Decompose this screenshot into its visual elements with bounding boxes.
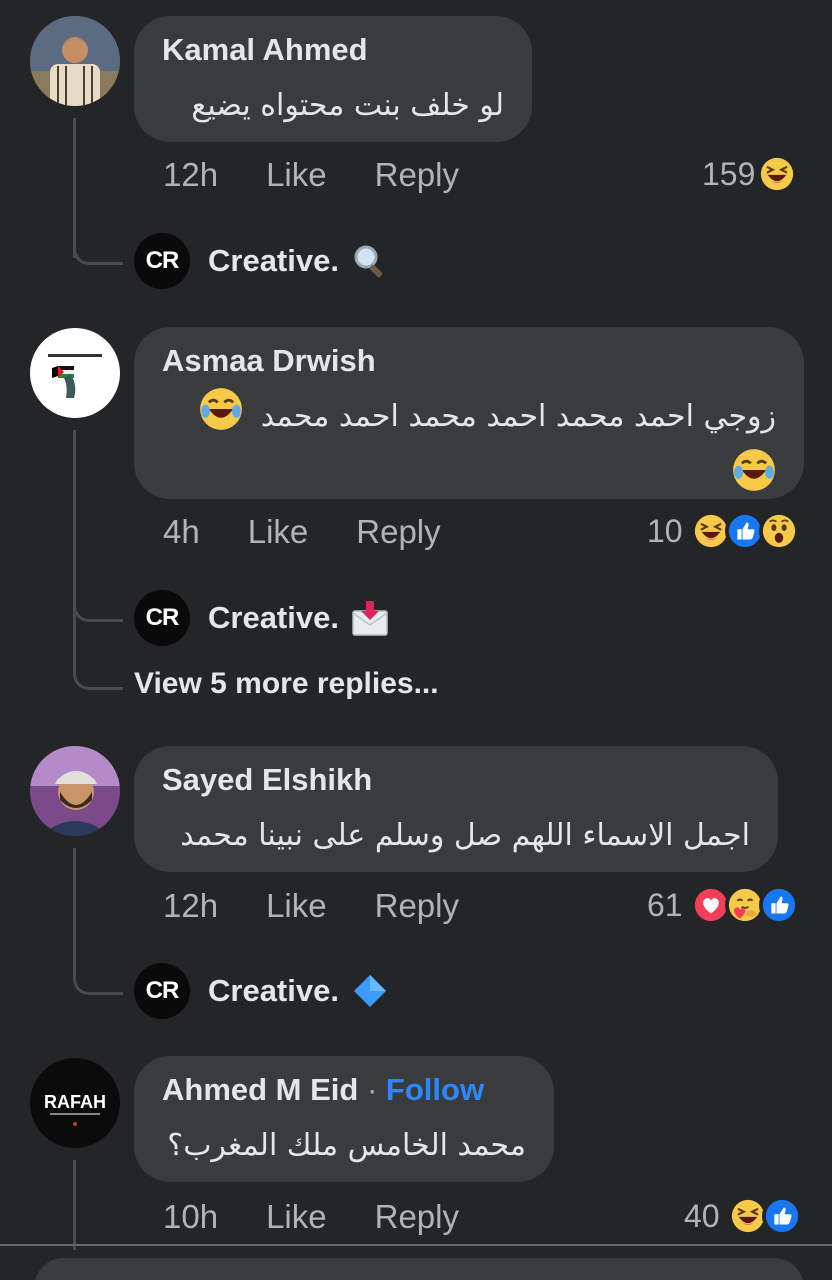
reaction-summary[interactable]: 40	[684, 1196, 802, 1236]
reply-button[interactable]: Reply	[375, 1198, 459, 1236]
tears-of-joy-emoji-icon	[199, 387, 243, 448]
reply-author[interactable]: Creative.	[208, 243, 339, 279]
comment-author[interactable]: Kamal Ahmed	[162, 32, 504, 68]
reply-connector	[73, 220, 123, 265]
comment-text-line: زوجي احمد محمد احمد محمد احمد محمد	[260, 399, 776, 434]
comment-text: محمد الخامس ملك المغرب؟	[167, 1128, 526, 1163]
page-reply[interactable]: CR Creative.	[134, 963, 389, 1019]
like-button[interactable]: Like	[248, 513, 309, 551]
separator: ·	[358, 1072, 386, 1107]
comment-bubble: Asmaa Drwish زوجي احمد محمد احمد محمد اح…	[134, 327, 804, 499]
comment-actions: 12h Like Reply	[163, 156, 507, 194]
magnifier-icon	[351, 242, 389, 280]
avatar[interactable]	[30, 328, 120, 418]
reply-author[interactable]: Creative.	[208, 973, 339, 1009]
comment-author[interactable]: Asmaa Drwish	[162, 343, 776, 379]
comment-author[interactable]: Ahmed M Eid	[162, 1072, 358, 1107]
like-reaction-icon	[761, 1196, 802, 1236]
comment-text: زوجي احمد محمد احمد محمد احمد محمد	[162, 387, 776, 448]
comment-actions: 4h Like Reply	[163, 513, 489, 551]
reaction-count: 40	[684, 1197, 720, 1234]
wow-reaction-icon	[758, 511, 799, 551]
envelope-icon	[351, 599, 389, 637]
page-reply[interactable]: CR Creative.	[134, 590, 389, 646]
avatar[interactable]	[30, 16, 120, 106]
thread-line	[73, 430, 76, 670]
reply-button[interactable]: Reply	[356, 513, 440, 551]
reaction-summary[interactable]: 10	[647, 511, 799, 551]
comment-bubble: Sayed Elshikh اجمل الاسماء اللهم صل وسلم…	[134, 746, 778, 872]
like-button[interactable]: Like	[266, 887, 327, 925]
reaction-summary[interactable]: 159	[702, 154, 798, 194]
comment-bubble: Ahmed M Eid · Follow محمد الخامس ملك الم…	[134, 1056, 554, 1182]
reply-connector	[73, 575, 123, 622]
thread-line	[73, 1160, 76, 1250]
like-button[interactable]: Like	[266, 156, 327, 194]
avatar-text: RAFAH	[44, 1092, 106, 1112]
avatar[interactable]	[30, 746, 120, 836]
comment-text-emoji-line	[162, 448, 776, 508]
creative-logo[interactable]: CR	[134, 963, 190, 1019]
reaction-count: 61	[647, 886, 683, 923]
reply-button[interactable]: Reply	[375, 156, 459, 194]
divider	[0, 1244, 832, 1246]
tears-of-joy-emoji-icon	[732, 448, 776, 508]
reaction-count: 10	[647, 512, 683, 549]
page-reply[interactable]: CR Creative.	[134, 233, 389, 289]
comment-composer[interactable]	[34, 1258, 804, 1280]
reaction-count: 159	[702, 155, 756, 192]
like-reaction-icon	[758, 885, 799, 925]
comment-text: لو خلف بنت محتواه يضيع	[191, 88, 504, 123]
reply-button[interactable]: Reply	[375, 887, 459, 925]
comment-actions: 12h Like Reply	[163, 887, 507, 925]
comment-actions: 10h Like Reply	[163, 1198, 507, 1236]
comment-author[interactable]: Sayed Elshikh	[162, 762, 750, 798]
reply-author[interactable]: Creative.	[208, 600, 339, 636]
reply-connector	[73, 950, 123, 995]
avatar[interactable]: RAFAH	[30, 1058, 120, 1148]
blue-diamond-icon	[351, 972, 389, 1010]
view-more-replies-link[interactable]: View 5 more replies...	[134, 667, 439, 701]
haha-reaction-icon	[757, 154, 798, 194]
reaction-summary[interactable]: 61	[647, 885, 799, 925]
comment-text: اجمل الاسماء اللهم صل وسلم على نبينا محم…	[180, 818, 750, 853]
like-button[interactable]: Like	[266, 1198, 327, 1236]
more-replies-connector	[73, 640, 123, 690]
timestamp[interactable]: 10h	[163, 1198, 218, 1236]
follow-button[interactable]: Follow	[386, 1072, 484, 1107]
comment-author-row: Ahmed M Eid · Follow	[162, 1072, 526, 1108]
comment-bubble: Kamal Ahmed لو خلف بنت محتواه يضيع	[134, 16, 532, 142]
creative-logo[interactable]: CR	[134, 233, 190, 289]
creative-logo[interactable]: CR	[134, 590, 190, 646]
timestamp[interactable]: 4h	[163, 513, 200, 551]
timestamp[interactable]: 12h	[163, 887, 218, 925]
timestamp[interactable]: 12h	[163, 156, 218, 194]
